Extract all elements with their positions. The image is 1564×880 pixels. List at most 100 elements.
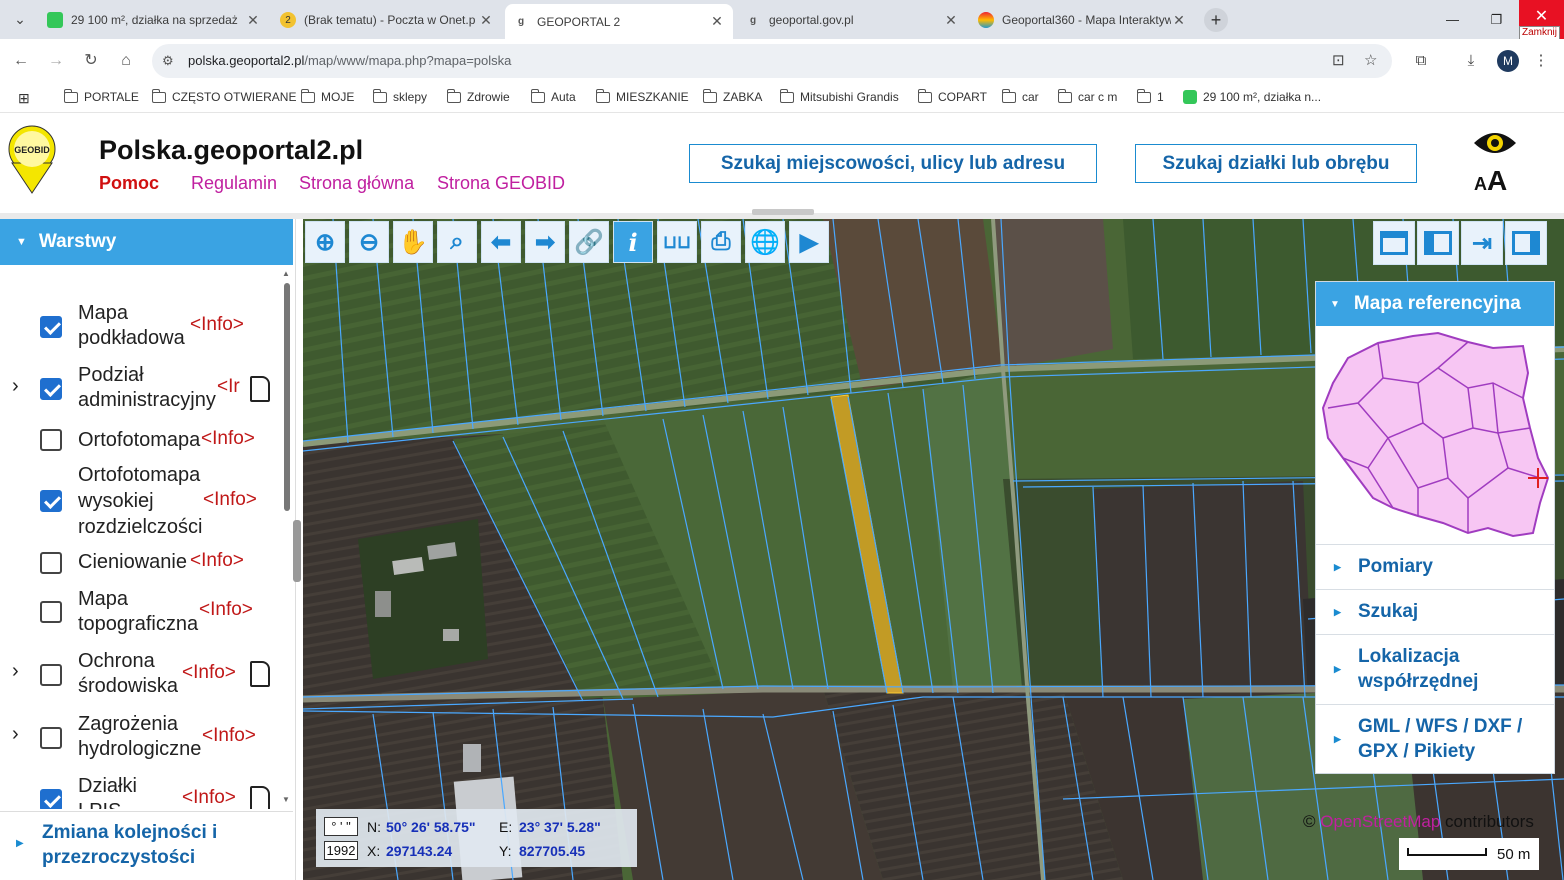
zoom-extent-icon[interactable]: ⌕ — [437, 221, 477, 263]
minimize-button[interactable]: — — [1430, 0, 1475, 39]
reference-map-header[interactable]: ▼ Mapa referencyjna — [1316, 282, 1554, 326]
full-window-icon[interactable] — [1373, 221, 1415, 265]
zoom-out-icon[interactable]: ⊖ — [349, 221, 389, 263]
bookmark-folder[interactable]: 1 — [1136, 88, 1164, 104]
tab-search-icon[interactable]: ⌄ — [8, 8, 32, 30]
reload-button[interactable]: ↻ — [80, 50, 102, 72]
layer-info-link[interactable]: <Info> — [182, 787, 236, 809]
apps-grid-icon[interactable]: ⊞ — [18, 90, 30, 107]
site-info-icon[interactable]: ⚙ — [162, 53, 174, 69]
format-dms-toggle[interactable]: ° ' " — [324, 817, 358, 836]
chevron-right-icon[interactable]: › — [12, 723, 19, 746]
tab-geoportal360[interactable]: Geoportal360 - Mapa Interaktyw ✕ — [970, 5, 1195, 35]
close-icon[interactable]: ✕ — [1171, 12, 1187, 29]
layer-info-link[interactable]: <Info> — [202, 725, 256, 747]
legend-document-icon[interactable] — [250, 661, 270, 687]
chevron-right-icon[interactable]: › — [12, 375, 19, 398]
bookmark-folder[interactable]: Zdrowie — [446, 88, 510, 104]
home-button[interactable]: ⌂ — [115, 50, 137, 72]
layer-info-link[interactable]: <Info> — [203, 489, 257, 511]
layer-checkbox[interactable] — [40, 429, 62, 451]
tab-geoportal2[interactable]: g GEOPORTAL 2 ✕ — [505, 4, 733, 39]
layer-checkbox[interactable] — [40, 664, 62, 686]
layer-checkbox[interactable] — [40, 601, 62, 623]
reference-map[interactable] — [1318, 328, 1554, 542]
tab-geoportal-gov[interactable]: g geoportal.gov.pl ✕ — [737, 5, 967, 35]
legend-document-icon[interactable] — [250, 376, 270, 402]
panel-resize-handle[interactable] — [293, 520, 301, 582]
bookmark-folder[interactable]: car c m — [1057, 88, 1117, 104]
bookmark-folder[interactable]: COPART — [917, 88, 987, 104]
export-arrow-icon[interactable]: ⇥ — [1461, 221, 1503, 265]
window-close-button[interactable]: ✕ Zamknij — [1519, 0, 1564, 40]
close-icon[interactable]: ✕ — [478, 12, 494, 29]
scroll-down-icon[interactable]: ▼ — [282, 795, 290, 804]
close-icon[interactable]: ✕ — [245, 12, 261, 29]
nav-link-help[interactable]: Pomoc — [99, 173, 159, 194]
bookmark-star-icon[interactable]: ☆ — [1364, 51, 1377, 69]
layer-info-link[interactable]: <Info> — [182, 662, 236, 684]
layer-checkbox[interactable] — [40, 552, 62, 574]
chevron-right-icon[interactable]: › — [12, 660, 19, 683]
layer-checkbox[interactable] — [40, 727, 62, 749]
left-panel-icon[interactable] — [1417, 221, 1459, 265]
downloads-icon[interactable]: ⤓ — [1460, 50, 1482, 72]
search-address-button[interactable]: Szukaj miejscowości, ulicy lub adresu — [689, 144, 1097, 183]
extensions-icon[interactable]: ⧉ — [1410, 50, 1432, 72]
panel-item-export[interactable]: ▶ GML / WFS / DXF / GPX / Pikiety — [1316, 704, 1554, 773]
bookmark-folder[interactable]: CZĘSTO OTWIERANE — [151, 88, 296, 104]
forward-arrow-icon[interactable]: ➡ — [525, 221, 565, 263]
link-icon[interactable]: 🔗 — [569, 221, 609, 263]
nav-link-geobid[interactable]: Strona GEOBID — [437, 173, 565, 194]
tab-onet[interactable]: 2 (Brak tematu) - Poczta w Onet.p ✕ — [272, 5, 502, 35]
bookmark-folder[interactable]: Auta — [530, 88, 576, 104]
install-app-icon[interactable]: ⊡ — [1332, 51, 1345, 69]
layer-info-link[interactable]: <Info> — [199, 599, 253, 621]
scroll-thumb[interactable] — [284, 283, 290, 511]
measure-ruler-icon[interactable]: ⊔⊔ — [657, 221, 697, 263]
layer-info-link[interactable]: <Info> — [201, 428, 255, 450]
layer-info-link[interactable]: <Ir — [217, 376, 240, 398]
print-icon[interactable]: ⎙ — [701, 221, 741, 263]
layer-checkbox[interactable] — [40, 316, 62, 338]
back-arrow-icon[interactable]: ⬅ — [481, 221, 521, 263]
layer-info-link[interactable]: <Info> — [190, 314, 244, 336]
restore-button[interactable]: ❐ — [1474, 0, 1519, 39]
font-size-toggle[interactable]: AA — [1474, 165, 1507, 197]
bookmark-folder[interactable]: car — [1001, 88, 1039, 104]
back-button[interactable]: ← — [10, 50, 32, 72]
tab-dzialka[interactable]: 29 100 m², działka na sprzedaż ✕ — [39, 5, 269, 35]
layer-order-section[interactable]: ▶ Zmiana kolejności i przezroczystości — [0, 811, 293, 880]
divider-handle[interactable] — [752, 209, 814, 215]
forward-button[interactable]: → — [45, 50, 67, 72]
panel-item-measurements[interactable]: ▶ Pomiary — [1316, 544, 1554, 589]
geobid-logo[interactable]: GEOBID — [6, 125, 58, 195]
panel-item-search[interactable]: ▶ Szukaj — [1316, 589, 1554, 634]
menu-dots-icon[interactable]: ⋮ — [1530, 50, 1552, 72]
new-tab-button[interactable]: + — [1204, 8, 1228, 32]
bookmark-folder[interactable]: PORTALE — [63, 88, 139, 104]
bookmark-folder[interactable]: sklepy — [372, 88, 427, 104]
zoom-in-icon[interactable]: ⊕ — [305, 221, 345, 263]
bookmark-folder[interactable]: ZABKA — [702, 88, 762, 104]
avatar[interactable]: M — [1497, 50, 1519, 72]
bookmark-folder[interactable]: MIESZKANIE — [595, 88, 689, 104]
scroll-up-icon[interactable]: ▲ — [282, 269, 290, 278]
close-icon[interactable]: ✕ — [709, 13, 725, 30]
panel-item-coordinate-location[interactable]: ▶ Lokalizacja współrzędnej — [1316, 634, 1554, 704]
url-field[interactable]: ⚙ polska.geoportal2.pl/map/www/mapa.php?… — [152, 44, 1392, 78]
layer-scrollbar[interactable]: ▲ ▼ — [282, 269, 292, 809]
info-icon[interactable]: i — [613, 221, 653, 263]
layer-info-link[interactable]: <Info> — [190, 550, 244, 572]
layer-checkbox[interactable] — [40, 378, 62, 400]
close-icon[interactable]: ✕ — [943, 12, 959, 29]
eye-icon[interactable] — [1472, 128, 1518, 158]
globe-icon[interactable]: 🌐 — [745, 221, 785, 263]
legend-document-icon[interactable] — [250, 786, 270, 809]
format-system-toggle[interactable]: 1992 — [324, 841, 358, 860]
layers-panel-header[interactable]: ▼ Warstwy — [0, 219, 293, 265]
nav-link-home[interactable]: Strona główna — [299, 173, 414, 194]
bookmark-folder[interactable]: MOJE — [300, 88, 354, 104]
nav-link-terms[interactable]: Regulamin — [191, 173, 277, 194]
search-parcel-button[interactable]: Szukaj działki lub obrębu — [1135, 144, 1417, 183]
